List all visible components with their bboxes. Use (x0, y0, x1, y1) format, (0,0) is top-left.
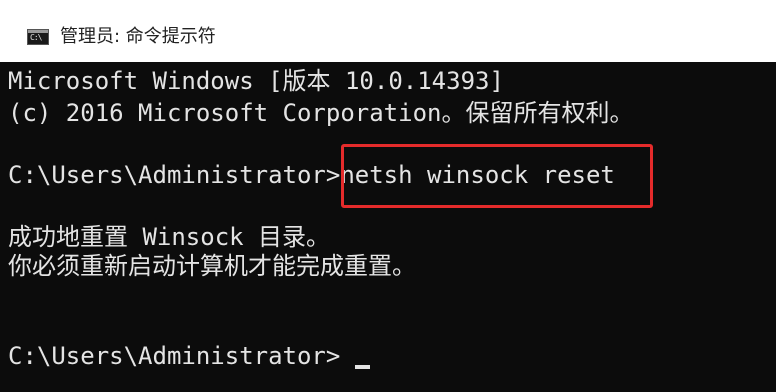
command-prompt-window: C:\ 管理员: 命令提示符 Microsoft Windows [版本 10.… (0, 0, 776, 392)
console-line-prompt: C:\Users\Administrator> (8, 342, 341, 370)
window-title: 管理员: 命令提示符 (60, 26, 216, 47)
console-line-result-1: 成功地重置 Winsock 目录。 (8, 223, 331, 251)
text-cursor (355, 365, 370, 369)
cmd-icon-glyph: C:\ (30, 33, 42, 42)
console-line-copyright: (c) 2016 Microsoft Corporation。保留所有权利。 (8, 99, 634, 127)
cmd-icon: C:\ (27, 29, 49, 45)
console-line-version: Microsoft Windows [版本 10.0.14393] (8, 67, 504, 95)
command-highlight-box (341, 144, 653, 208)
console-line-result-2: 你必须重新启动计算机才能完成重置。 (8, 252, 416, 280)
console-output[interactable]: Microsoft Windows [版本 10.0.14393] (c) 20… (0, 62, 776, 392)
title-bar[interactable]: C:\ 管理员: 命令提示符 (0, 0, 776, 62)
